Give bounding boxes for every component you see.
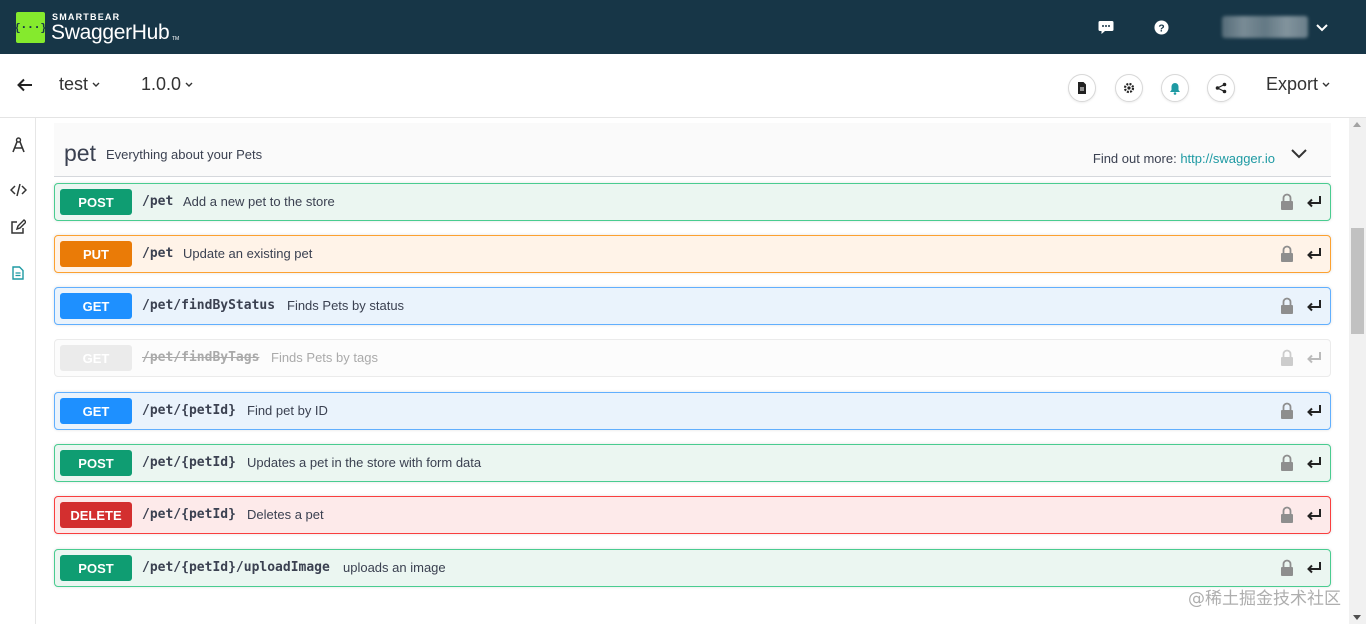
operation-summary: Finds Pets by tags (271, 350, 378, 365)
enter-arrow-icon[interactable] (1306, 299, 1322, 313)
brand-product[interactable]: SwaggerHub (51, 21, 170, 45)
tag-section-header[interactable]: pet Everything about your Pets Find out … (54, 123, 1331, 177)
swaggerhub-logo-icon[interactable]: {···} (14, 12, 47, 43)
top-navbar: {···} SMARTBEAR SwaggerHub TM ? (0, 0, 1366, 54)
tag-description: Everything about your Pets (106, 147, 263, 162)
enter-arrow-icon[interactable] (1306, 456, 1322, 470)
version-dropdown[interactable]: 1.0.0 (141, 74, 193, 95)
user-name-blurred[interactable] (1222, 16, 1308, 38)
lock-icon[interactable] (1280, 454, 1294, 472)
operation-path: /pet (142, 246, 174, 261)
operation-path: /pet/findByTags (142, 350, 260, 365)
design-icon[interactable] (9, 136, 27, 154)
api-name-label: test (59, 74, 89, 94)
api-name-dropdown[interactable]: test (59, 74, 100, 95)
operation-path: /pet/{petId} (142, 507, 236, 522)
settings-button[interactable] (1115, 74, 1143, 102)
docs-icon[interactable] (9, 264, 27, 282)
operation-path: /pet/findByStatus (142, 298, 276, 313)
chevron-down-icon (185, 82, 193, 88)
enter-arrow-icon[interactable] (1306, 561, 1322, 575)
scroll-down-arrow-icon[interactable] (1353, 615, 1361, 620)
operation-summary: Deletes a pet (247, 507, 324, 522)
share-button[interactable] (1207, 74, 1235, 102)
back-arrow-icon[interactable] (16, 76, 34, 94)
operation-path: /pet/{petId}/uploadImage (142, 560, 330, 575)
enter-arrow-icon[interactable] (1306, 508, 1322, 522)
operation-summary: Finds Pets by status (287, 298, 405, 313)
operation-summary: Update an existing pet (183, 246, 313, 261)
method-badge: POST (60, 555, 132, 581)
tag-name: pet (64, 140, 96, 166)
document-button[interactable] (1068, 74, 1096, 102)
chevron-down-icon (1322, 82, 1330, 88)
operation-summary: uploads an image (343, 560, 446, 575)
lock-icon[interactable] (1280, 506, 1294, 524)
svg-text:?: ? (1158, 23, 1164, 34)
method-badge: GET (60, 398, 132, 424)
method-badge: POST (60, 450, 132, 476)
scroll-thumb[interactable] (1351, 228, 1364, 334)
operation-post-pet[interactable]: POST /pet Add a new pet to the store (54, 183, 1331, 221)
chevron-down-icon[interactable] (1314, 19, 1330, 35)
operation-post-petid[interactable]: POST /pet/{petId} Updates a pet in the s… (54, 444, 1331, 482)
left-rail (0, 118, 36, 624)
find-more: Find out more: http://swagger.io (1093, 151, 1275, 166)
method-badge: GET (60, 293, 132, 319)
brand-trademark: TM (172, 36, 180, 42)
enter-arrow-icon[interactable] (1306, 195, 1322, 209)
operation-path: /pet/{petId} (142, 403, 236, 418)
method-badge: POST (60, 189, 132, 215)
export-dropdown[interactable]: Export (1266, 74, 1330, 95)
operation-path: /pet/{petId} (142, 455, 236, 470)
operation-get-petid[interactable]: GET /pet/{petId} Find pet by ID (54, 392, 1331, 430)
method-badge: PUT (60, 241, 132, 267)
watermark: @稀土掘金技术社区 (1188, 589, 1341, 609)
chevron-down-icon (92, 82, 100, 88)
lock-icon[interactable] (1280, 559, 1294, 577)
edit-icon[interactable] (9, 218, 27, 236)
scroll-up-arrow-icon[interactable] (1353, 122, 1361, 127)
enter-arrow-icon[interactable] (1306, 404, 1322, 418)
notifications-icon (1170, 82, 1180, 95)
operations-panel: pet Everything about your Pets Find out … (37, 118, 1349, 624)
lock-icon[interactable] (1280, 349, 1294, 367)
chat-icon[interactable] (1097, 18, 1115, 36)
help-icon[interactable]: ? (1152, 18, 1170, 36)
vertical-scrollbar[interactable] (1349, 118, 1366, 624)
find-more-label: Find out more: (1092, 151, 1177, 166)
settings-icon (1123, 82, 1135, 94)
share-icon (1215, 82, 1227, 94)
operation-put-pet[interactable]: PUT /pet Update an existing pet (54, 235, 1331, 273)
operation-delete-petid[interactable]: DELETE /pet/{petId} Deletes a pet (54, 496, 1331, 534)
code-icon[interactable] (9, 181, 27, 199)
lock-icon[interactable] (1280, 245, 1294, 263)
lock-icon[interactable] (1280, 297, 1294, 315)
operation-get-findbystatus[interactable]: GET /pet/findByStatus Finds Pets by stat… (54, 287, 1331, 325)
lock-icon[interactable] (1280, 193, 1294, 211)
version-label: 1.0.0 (141, 74, 182, 94)
operation-post-uploadimage[interactable]: POST /pet/{petId}/uploadImage uploads an… (54, 549, 1331, 587)
operation-summary: Add a new pet to the store (183, 194, 335, 209)
method-badge: DELETE (60, 502, 132, 528)
method-badge: GET (60, 345, 132, 371)
operation-get-findbytags-deprecated[interactable]: GET /pet/findByTags Finds Pets by tags (54, 339, 1331, 377)
enter-arrow-icon[interactable] (1306, 247, 1322, 261)
enter-arrow-icon[interactable] (1306, 351, 1322, 365)
operation-summary: Find pet by ID (247, 403, 328, 418)
find-more-link[interactable]: http://swagger.io (1180, 151, 1275, 166)
operation-summary: Updates a pet in the store with form dat… (247, 455, 482, 470)
document-icon (1078, 82, 1086, 94)
api-header: test 1.0.0 Export (0, 54, 1366, 118)
lock-icon[interactable] (1280, 402, 1294, 420)
collapse-chevron-icon[interactable] (1289, 143, 1309, 163)
notifications-button[interactable] (1161, 74, 1189, 102)
operation-path: /pet (142, 194, 174, 209)
export-label: Export (1266, 74, 1319, 94)
